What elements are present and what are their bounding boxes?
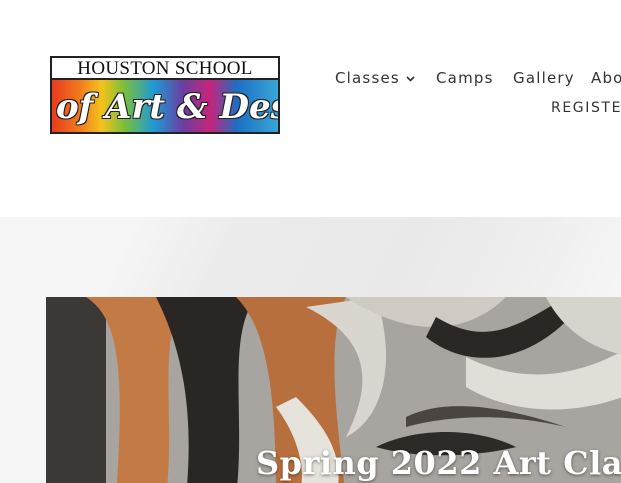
chevron-down-icon: [406, 70, 415, 90]
hero-title: Spring 2022 Art Classe: [256, 444, 621, 482]
brush-stroke-decoration: [107, 217, 621, 297]
nav-item-gallery[interactable]: Gallery: [513, 68, 575, 88]
nav-item-classes-label: Classes: [335, 69, 400, 87]
hero-section: Spring 2022 Art Classe: [0, 217, 621, 483]
logo-script-banner: of Art & Design: [50, 78, 280, 134]
nav-item-camps[interactable]: Camps: [436, 68, 494, 88]
logo-script-text: of Art & Design: [56, 87, 278, 127]
site-header: HOUSTON SCHOOL of Art & Design Classes C…: [0, 0, 621, 217]
nav-item-about[interactable]: Abo: [591, 68, 621, 88]
main-nav: Classes Camps Gallery Abo: [335, 68, 621, 88]
nav-item-register[interactable]: REGISTEI: [551, 98, 621, 118]
logo-top-text: HOUSTON SCHOOL: [50, 56, 280, 79]
nav-item-classes[interactable]: Classes: [335, 68, 415, 90]
site-logo[interactable]: HOUSTON SCHOOL of Art & Design: [50, 56, 280, 134]
